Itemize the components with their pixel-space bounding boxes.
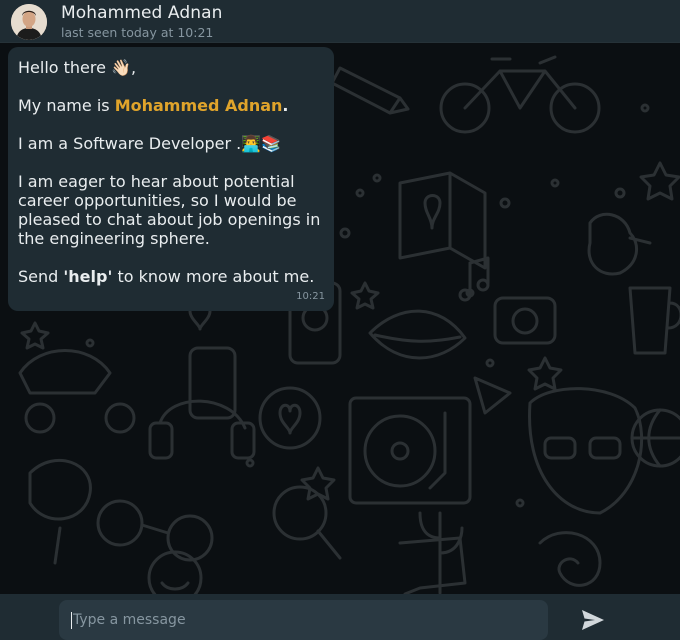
message-intro: My name is Mohammed Adnan. — [18, 96, 324, 115]
composer-bar — [0, 594, 680, 640]
send-button[interactable] — [580, 608, 606, 632]
message-greeting: Hello there 👋🏻, — [18, 58, 137, 77]
avatar[interactable] — [11, 4, 47, 40]
chat-header: Mohammed Adnan last seen today at 10:21 — [0, 0, 680, 43]
help-suffix: to know more about me. — [112, 267, 315, 286]
message-role: I am a Software Developer .👨‍💻📚 — [18, 134, 282, 153]
text-caret — [71, 611, 72, 629]
incoming-message-bubble[interactable]: Hello there 👋🏻, My name is Mohammed Adna… — [8, 47, 334, 311]
intro-name: Mohammed Adnan — [114, 96, 283, 115]
intro-prefix: My name is — [18, 96, 115, 115]
chat-area: Hello there 👋🏻, My name is Mohammed Adna… — [0, 43, 680, 594]
message-help: Send 'help' to know more about me. — [18, 267, 324, 286]
intro-suffix: . — [282, 96, 289, 115]
message-input[interactable] — [73, 612, 533, 628]
help-keyword: 'help' — [63, 267, 113, 286]
message-input-box[interactable] — [59, 600, 548, 640]
send-icon — [582, 610, 604, 630]
contact-name[interactable]: Mohammed Adnan — [61, 3, 223, 23]
last-seen-status: last seen today at 10:21 — [61, 25, 214, 40]
help-prefix: Send — [18, 267, 64, 286]
message-opportunities: I am eager to hear about potential caree… — [18, 172, 321, 248]
message-timestamp: 10:21 — [296, 291, 325, 302]
